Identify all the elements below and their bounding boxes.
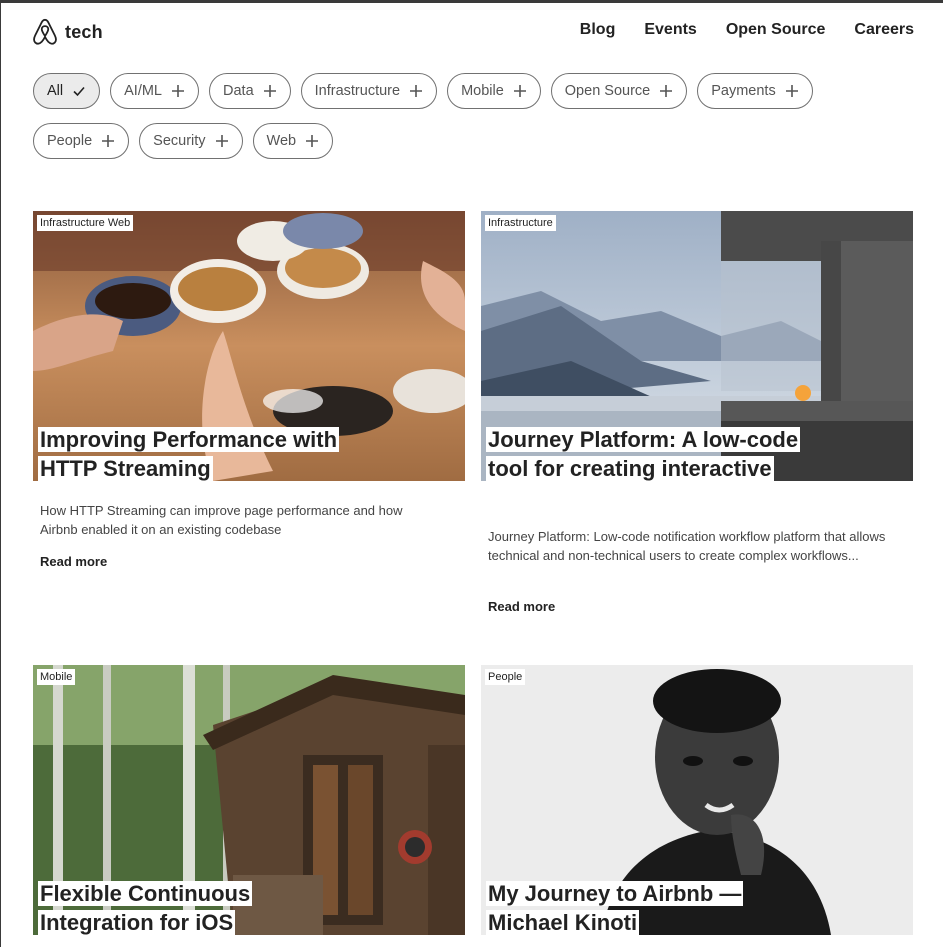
- post-title[interactable]: Flexible Continuous Integration for iOS: [38, 879, 298, 935]
- post-title[interactable]: Improving Performance with HTTP Streamin…: [38, 425, 398, 481]
- post-description: How HTTP Streaming can improve page perf…: [40, 503, 403, 537]
- plus-icon: [410, 85, 423, 97]
- plus-icon: [660, 85, 673, 97]
- nav-events[interactable]: Events: [644, 21, 696, 39]
- logo-text: tech: [65, 21, 103, 42]
- nav-careers[interactable]: Careers: [854, 21, 914, 39]
- filter-chip-label: Mobile: [461, 83, 504, 99]
- filter-chip-label: Open Source: [564, 83, 651, 99]
- filter-chip-mobile[interactable]: Mobile: [447, 73, 541, 109]
- post-image-treehouse[interactable]: Mobile Flexible Continuous Integration f…: [33, 665, 465, 935]
- post-title[interactable]: Journey Platform: A low-code tool for cr…: [486, 425, 816, 481]
- checkmark-icon: [73, 86, 85, 97]
- post-card[interactable]: Infrastructure Web Improving Performance…: [33, 211, 465, 569]
- filter-chip-all[interactable]: All: [33, 73, 101, 109]
- filter-chip-people[interactable]: People: [33, 123, 130, 159]
- post-tag[interactable]: Infrastructure: [485, 215, 556, 231]
- filter-chip-label: Web: [266, 133, 297, 149]
- post-image-coffee-cups[interactable]: Infrastructure Web Improving Performance…: [33, 211, 465, 481]
- filter-chip-label: Payments: [711, 83, 776, 99]
- filter-chip-label: Infrastructure: [314, 83, 401, 99]
- filter-chip-security[interactable]: Security: [139, 123, 243, 159]
- plus-icon: [215, 135, 228, 147]
- filter-chip-data[interactable]: Data: [209, 73, 291, 109]
- filter-chip-label: All: [47, 83, 64, 99]
- post-tag[interactable]: Mobile: [37, 669, 76, 685]
- post-tag[interactable]: Infrastructure Web: [37, 215, 134, 231]
- filter-chip-payments[interactable]: Payments: [697, 73, 813, 109]
- filter-chip-ai-ml[interactable]: AI/ML: [110, 73, 199, 109]
- plus-icon: [785, 85, 798, 97]
- post-tag[interactable]: People: [485, 669, 526, 685]
- site-header: tech Blog Events Open Source Careers: [32, 18, 914, 52]
- filter-chip-web[interactable]: Web: [252, 123, 334, 159]
- filter-chip-open-source[interactable]: Open Source: [550, 73, 688, 109]
- logo[interactable]: tech: [32, 18, 103, 46]
- plus-icon: [172, 85, 184, 97]
- read-more-link[interactable]: Read more: [488, 599, 555, 614]
- post-description: Journey Platform: Low-code notification …: [488, 529, 886, 563]
- filter-chip-infrastructure[interactable]: Infrastructure: [300, 73, 438, 109]
- airbnb-logo-icon: [33, 18, 57, 45]
- filter-chip-label: People: [47, 133, 93, 149]
- category-filters: All AI/ML Data Infrastructure Mobile Ope…: [33, 73, 863, 159]
- top-nav: Blog Events Open Source Careers: [580, 21, 914, 39]
- filter-chip-label: Security: [153, 133, 206, 149]
- filter-chip-label: AI/ML: [124, 83, 162, 99]
- plus-icon: [102, 135, 115, 147]
- post-title[interactable]: My Journey to Airbnb — Michael Kinoti: [486, 879, 766, 935]
- filter-chip-label: Data: [223, 83, 254, 99]
- plus-icon: [263, 85, 276, 97]
- nav-open-source[interactable]: Open Source: [726, 21, 826, 39]
- post-image-lake-house[interactable]: Infrastructure Journey Platform: A low-c…: [481, 211, 913, 481]
- read-more-link[interactable]: Read more: [40, 554, 107, 569]
- plus-icon: [513, 85, 526, 97]
- nav-blog[interactable]: Blog: [580, 21, 616, 39]
- post-image-portrait[interactable]: People My Journey to Airbnb — Michael Ki…: [481, 665, 913, 935]
- plus-icon: [306, 135, 319, 147]
- post-card[interactable]: People My Journey to Airbnb — Michael Ki…: [481, 665, 913, 935]
- post-card[interactable]: Mobile Flexible Continuous Integration f…: [33, 665, 465, 935]
- post-card[interactable]: Infrastructure Journey Platform: A low-c…: [481, 211, 913, 614]
